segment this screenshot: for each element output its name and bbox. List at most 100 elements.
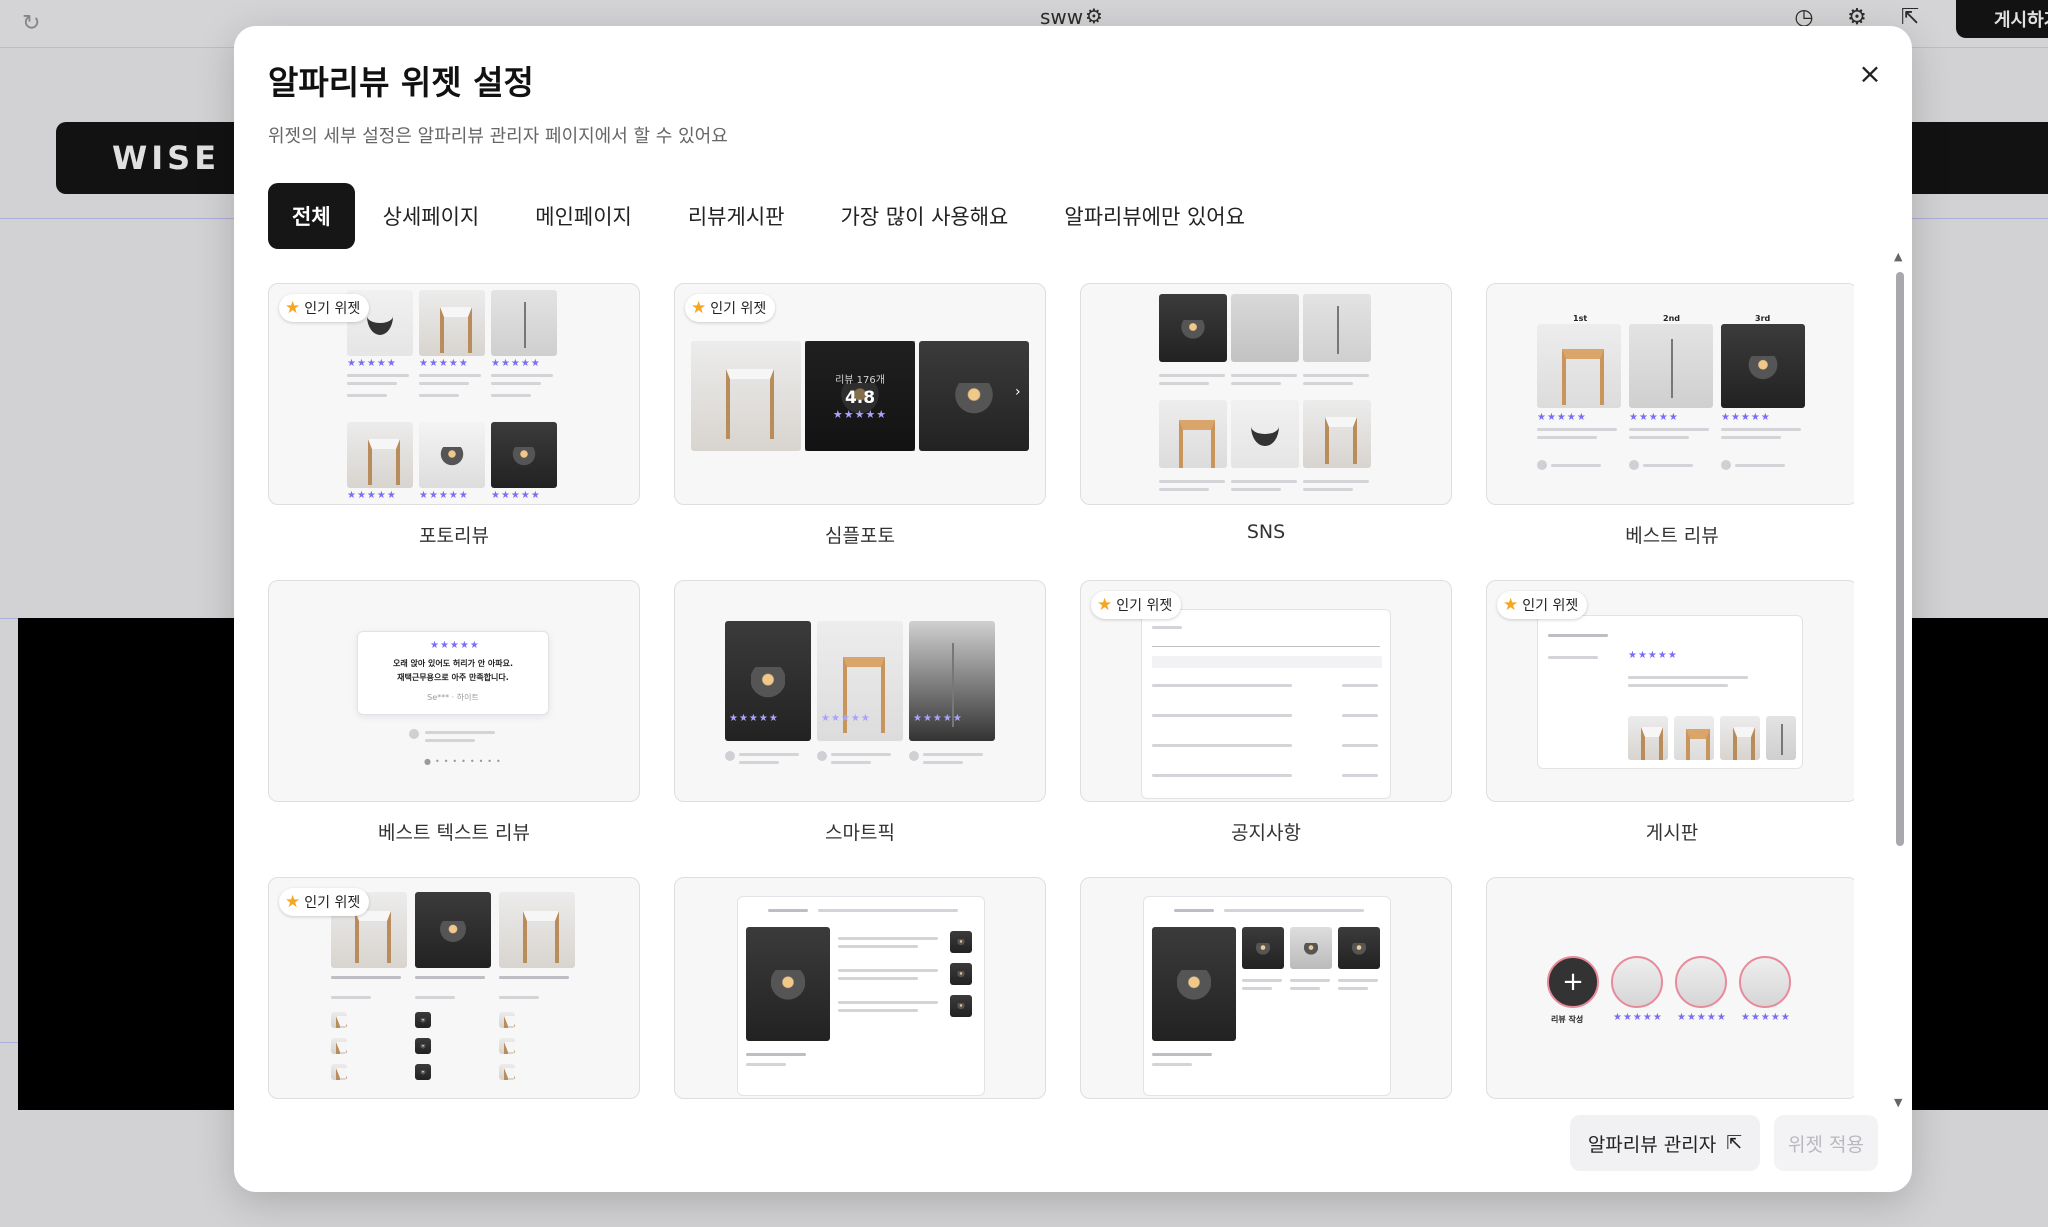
tab-detail-page[interactable]: 상세페이지 (355, 183, 508, 249)
text-line (1152, 626, 1182, 629)
tab-line (1224, 909, 1364, 912)
alpha-review-admin-button[interactable]: 알파리뷰 관리자 ⇱ (1570, 1115, 1760, 1171)
rating-stars: ★★★★★ (729, 713, 779, 724)
widget-preview: ★ 인기 위젯 (1080, 580, 1452, 802)
widget-card-sns[interactable]: SNS (1080, 283, 1452, 543)
widget-preview: 1st 2nd 3rd ★★★★★ ★★★★★ ★★★★★ (1486, 283, 1854, 505)
table-row (1152, 714, 1292, 717)
product-image (491, 290, 557, 356)
widget-preview (1080, 877, 1452, 1099)
text-line (746, 1063, 786, 1066)
apply-widget-button[interactable]: 위젯 적용 (1774, 1115, 1878, 1171)
text-line (1242, 987, 1272, 990)
widget-card-board[interactable]: ★ 인기 위젯 ★★★★★ 게시판 (1486, 580, 1854, 845)
text-line (347, 394, 387, 397)
product-image (415, 892, 491, 968)
widget-name: 공지사항 (1231, 822, 1301, 844)
text-line (923, 753, 983, 756)
text-line (1551, 464, 1601, 467)
chevron-right-icon[interactable]: › (1015, 384, 1021, 400)
avatar (409, 729, 419, 739)
quote-line: 오래 앉아 있어도 허리가 안 아파요. (392, 659, 513, 668)
scrollbar-thumb[interactable] (1896, 272, 1904, 846)
widget-name: 포토리뷰 (419, 525, 489, 547)
widget-name: 베스트 텍스트 리뷰 (378, 822, 530, 844)
widget-preview: ★★★★★ ★★★★★ ★★★★★ (674, 580, 1046, 802)
product-image (1721, 324, 1805, 408)
widget-preview: ★ 인기 위젯 ★★★★★ (1486, 580, 1854, 802)
rating-stars: ★★★★★ (1677, 1012, 1727, 1023)
text-line (838, 969, 938, 972)
widget-name: 심플포토 (825, 525, 895, 547)
product-image (331, 1012, 347, 1028)
tab-line (768, 909, 808, 912)
widget-card-review-story[interactable]: + 리뷰 작성 ★★★★★ ★★★★★ ★★★★★ (1486, 877, 1854, 1115)
rating-stars: ★★★★★ (1741, 1012, 1791, 1023)
text-line (1152, 1053, 1212, 1056)
text-line (331, 996, 371, 999)
text-line (1231, 480, 1297, 483)
product-image (331, 1038, 347, 1054)
text-line (1231, 382, 1281, 385)
text-line (415, 976, 485, 979)
rank-label: 1st (1573, 314, 1588, 323)
story-avatar (1675, 956, 1727, 1008)
widget-card-smart-pick[interactable]: ★★★★★ ★★★★★ ★★★★★ 스마트픽 (674, 580, 1046, 845)
widget-card-recent-review[interactable] (674, 877, 1046, 1115)
table-date (1342, 684, 1378, 687)
review-count: 리뷰 176개 (835, 375, 885, 386)
text-line (1159, 488, 1209, 491)
text-line (1290, 979, 1330, 982)
widget-card-simple-photo[interactable]: ★ 인기 위젯 리뷰 176개 4.8 ★★★★★ › 심플포토 (674, 283, 1046, 548)
scroll-up-arrow[interactable]: ▲ (1894, 250, 1902, 263)
modal-title: 알파리뷰 위젯 설정 (268, 63, 534, 102)
widget-preview: ★ 인기 위젯 ★★★★★ ★★★★★ ★★★★★ ★★★★★ ★★★★★ ★★… (268, 283, 640, 505)
avatar (1721, 460, 1731, 470)
carousel-dots[interactable]: ●•••••••• (424, 757, 505, 766)
rating-stars: ★★★★★ (821, 713, 871, 724)
widget-card-recent-review-grid[interactable] (1080, 877, 1452, 1115)
tab-line (1174, 909, 1214, 912)
widget-grid: ★ 인기 위젯 ★★★★★ ★★★★★ ★★★★★ ★★★★★ ★★★★★ ★★… (268, 283, 1854, 1133)
product-image (331, 1064, 347, 1080)
tab-most-used[interactable]: 가장 많이 사용해요 (812, 183, 1036, 249)
widget-card-photo-review[interactable]: ★ 인기 위젯 ★★★★★ ★★★★★ ★★★★★ ★★★★★ ★★★★★ ★★… (268, 283, 640, 548)
widget-card-best-review[interactable]: 1st 2nd 3rd ★★★★★ ★★★★★ ★★★★★ 베스트 리뷰 (1486, 283, 1854, 548)
text-line (1231, 488, 1281, 491)
text-line (1628, 676, 1748, 679)
tab-main-page[interactable]: 메인페이지 (507, 183, 660, 249)
rank-label: 2nd (1663, 314, 1680, 323)
widget-card-notice[interactable]: ★ 인기 위젯 공지사항 (1080, 580, 1452, 845)
text-line (1152, 1063, 1192, 1066)
product-image (1338, 927, 1380, 969)
product-image (1231, 400, 1299, 468)
review-panel (737, 896, 985, 1096)
text-line (1629, 428, 1709, 431)
widget-name: 게시판 (1645, 822, 1699, 844)
text-line (1159, 480, 1225, 483)
product-image (746, 927, 830, 1041)
product-image (1152, 927, 1236, 1041)
text-line (491, 394, 531, 397)
tab-all[interactable]: 전체 (268, 183, 355, 249)
star-icon: ★ (285, 298, 301, 318)
external-link-icon: ⇱ (1726, 1132, 1743, 1154)
text-line (1290, 987, 1320, 990)
rating-stars: ★★★★★ (419, 358, 469, 369)
widget-card-product-review[interactable]: ★ 인기 위젯 (268, 877, 640, 1115)
tab-alpha-only[interactable]: 알파리뷰에만 있어요 (1036, 183, 1273, 249)
tab-review-board[interactable]: 리뷰게시판 (660, 183, 813, 249)
story-avatar (1611, 956, 1663, 1008)
product-image (1290, 927, 1332, 969)
text-line (1303, 374, 1369, 377)
tab-line (818, 909, 958, 912)
product-image (1159, 294, 1227, 362)
close-button[interactable]: × (1852, 56, 1888, 92)
rating-stars: ★★★★★ (347, 358, 397, 369)
text-line (838, 945, 918, 948)
scroll-down-arrow[interactable]: ▼ (1894, 1096, 1902, 1109)
product-image (419, 422, 485, 488)
rating-stars: ★★★★★ (1613, 1012, 1663, 1023)
widget-card-best-text-review[interactable]: ★★★★★ 오래 앉아 있어도 허리가 안 아파요. 재택근무용으로 아주 만족… (268, 580, 640, 845)
product-image (1720, 716, 1760, 760)
